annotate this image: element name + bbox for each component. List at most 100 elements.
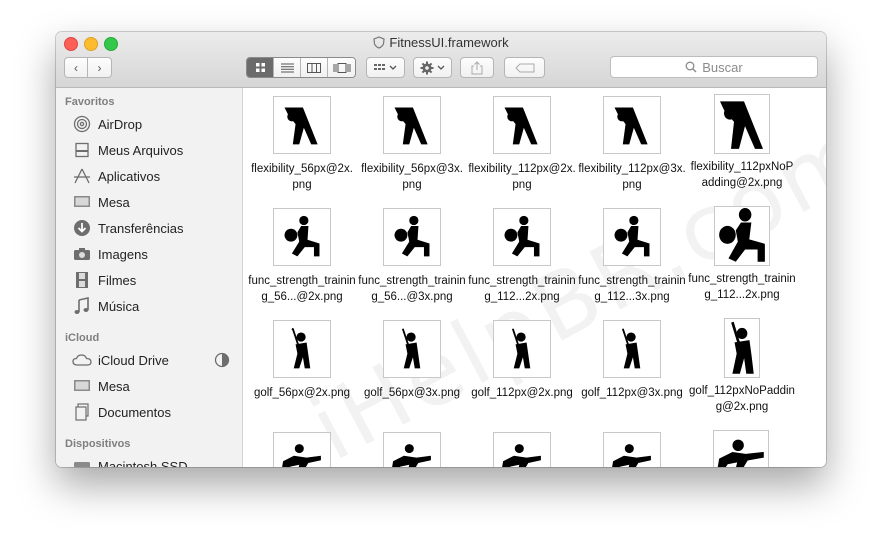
sidebar-item-filmes[interactable]: Filmes — [72, 270, 136, 290]
back-button[interactable]: ‹ — [64, 57, 88, 78]
sidebar-item-label: Imagens — [98, 246, 148, 262]
cloud-icon — [72, 351, 92, 369]
file-thumbnail-partial[interactable] — [713, 430, 769, 467]
sidebar-item-label: AirDrop — [98, 116, 143, 132]
file-item[interactable]: flexibility_56px@2x.png — [248, 96, 356, 193]
sidebar-item-mesa[interactable]: Mesa — [72, 192, 130, 212]
flexibility-icon — [603, 96, 661, 154]
sidebar-section-icloud: iCloud — [65, 332, 100, 344]
arrange-button[interactable] — [366, 57, 405, 78]
forward-button[interactable]: › — [87, 57, 112, 78]
window-title: FitnessUI.framework — [56, 35, 826, 52]
file-item[interactable]: golf_56px@3x.png — [358, 320, 466, 401]
desktop-icon — [72, 193, 92, 211]
file-name: flexibility_112pxNoPadding@2x.png — [690, 161, 794, 189]
chevron-left-icon: ‹ — [74, 60, 78, 75]
columns-icon — [307, 62, 321, 73]
share-icon — [471, 60, 483, 74]
strength-training-icon — [603, 208, 661, 266]
file-name: golf_112pxNoPadding@2x.png — [689, 385, 795, 413]
file-name: golf_56px@3x.png — [363, 387, 461, 399]
sidebar-item-documentos[interactable]: Documentos — [72, 402, 171, 422]
file-item[interactable]: flexibility_112px@2x.png — [468, 96, 576, 193]
sidebar-item-musica[interactable]: Música — [72, 296, 139, 316]
sidebar-section-favoritos: Favoritos — [65, 96, 115, 108]
sidebar-item-meus-arquivos[interactable]: Meus Arquivos — [72, 140, 183, 160]
file-item[interactable]: golf_112px@2x.png — [468, 320, 576, 401]
cover-flow-button[interactable] — [328, 58, 355, 77]
file-item[interactable]: flexibility_56px@3x.png — [358, 96, 466, 193]
gear-icon — [420, 61, 444, 74]
file-item[interactable]: flexibility_112px@3x.png — [578, 96, 686, 193]
file-name: flexibility_112px@3x.png — [578, 163, 686, 191]
applications-icon — [72, 167, 92, 185]
file-name: golf_112px@2x.png — [471, 387, 573, 399]
file-item[interactable]: func_strength_training_112...3x.png — [578, 208, 686, 305]
sidebar-item-label: iCloud Drive — [98, 352, 169, 368]
file-thumbnail-partial[interactable] — [493, 432, 551, 467]
action-button[interactable] — [413, 57, 452, 78]
file-name: func_strength_training_112...3x.png — [578, 275, 686, 303]
icon-view-button[interactable] — [247, 58, 274, 77]
music-icon — [72, 297, 92, 315]
column-view-button[interactable] — [301, 58, 328, 77]
sidebar-item-label: Macintosh SSD — [98, 458, 188, 468]
sidebar-item-imagens[interactable]: Imagens — [72, 244, 148, 264]
sidebar-item-label: Transferências — [98, 220, 184, 236]
golf-icon — [724, 318, 760, 378]
strength-training-icon — [714, 206, 770, 266]
sidebar-item-icloud-mesa[interactable]: Mesa — [72, 376, 130, 396]
kick-icon — [717, 439, 764, 467]
kick-icon — [502, 444, 541, 467]
sidebar-item-transferencias[interactable]: Transferências — [72, 218, 184, 238]
sidebar-item-airdrop[interactable]: AirDrop — [72, 114, 142, 134]
tag-icon — [514, 63, 534, 72]
file-thumbnail-partial[interactable] — [603, 432, 661, 467]
tags-button[interactable] — [504, 57, 545, 78]
file-item[interactable]: func_strength_training_112...2x.png — [688, 206, 796, 303]
sidebar-item-aplicativos[interactable]: Aplicativos — [72, 166, 160, 186]
cover-flow-icon — [333, 62, 350, 73]
sidebar-item-label: Mesa — [98, 194, 130, 210]
disk-icon — [72, 457, 92, 467]
sidebar-item-label: Filmes — [98, 272, 137, 288]
view-mode-control[interactable] — [246, 57, 356, 78]
grid-icon — [255, 63, 265, 72]
sidebar-item-icloud-drive[interactable]: iCloud Drive — [72, 350, 232, 370]
file-name: flexibility_112px@2x.png — [468, 163, 576, 191]
file-thumbnail-partial[interactable] — [273, 432, 331, 467]
file-grid: iHelpBR.com flexibility_56px@2x.png flex… — [243, 88, 826, 467]
sidebar-item-macintosh-ssd[interactable]: Macintosh SSD — [72, 456, 188, 467]
kick-icon — [612, 444, 651, 467]
flexibility-icon — [383, 96, 441, 154]
file-thumbnail-partial[interactable] — [383, 432, 441, 467]
file-name: flexibility_56px@2x.png — [251, 163, 353, 191]
icloud-progress-icon — [214, 352, 230, 373]
titlebar: FitnessUI.framework ‹ › Buscar — [56, 32, 826, 88]
kick-icon — [392, 444, 431, 467]
file-item[interactable]: golf_112px@3x.png — [578, 320, 686, 401]
file-item[interactable]: func_strength_training_56...@2x.png — [248, 208, 356, 305]
golf-icon — [493, 320, 551, 378]
kick-icon — [282, 444, 321, 467]
sidebar-section-dispositivos: Dispositivos — [65, 438, 131, 450]
file-item[interactable]: func_strength_training_112...2x.png — [468, 208, 576, 305]
file-item[interactable]: flexibility_112pxNoPadding@2x.png — [688, 94, 796, 191]
file-name: func_strength_training_56...@3x.png — [358, 275, 466, 303]
file-item[interactable]: func_strength_training_56...@3x.png — [358, 208, 466, 305]
file-item[interactable]: golf_56px@2x.png — [248, 320, 356, 401]
file-item[interactable]: golf_112pxNoPadding@2x.png — [688, 318, 796, 415]
flexibility-icon — [493, 96, 551, 154]
airdrop-icon — [72, 115, 92, 133]
list-icon — [280, 63, 294, 72]
share-button[interactable] — [460, 57, 494, 78]
file-name: func_strength_training_56...@2x.png — [248, 275, 356, 303]
file-name: func_strength_training_112...2x.png — [468, 275, 576, 303]
list-view-button[interactable] — [274, 58, 301, 77]
documents-icon — [72, 403, 92, 421]
search-field[interactable]: Buscar — [610, 56, 818, 78]
sidebar: Favoritos AirDrop Meus Arquivos Aplicati… — [56, 88, 243, 467]
flexibility-icon — [273, 96, 331, 154]
flexibility-icon — [714, 94, 770, 154]
strength-training-icon — [383, 208, 441, 266]
